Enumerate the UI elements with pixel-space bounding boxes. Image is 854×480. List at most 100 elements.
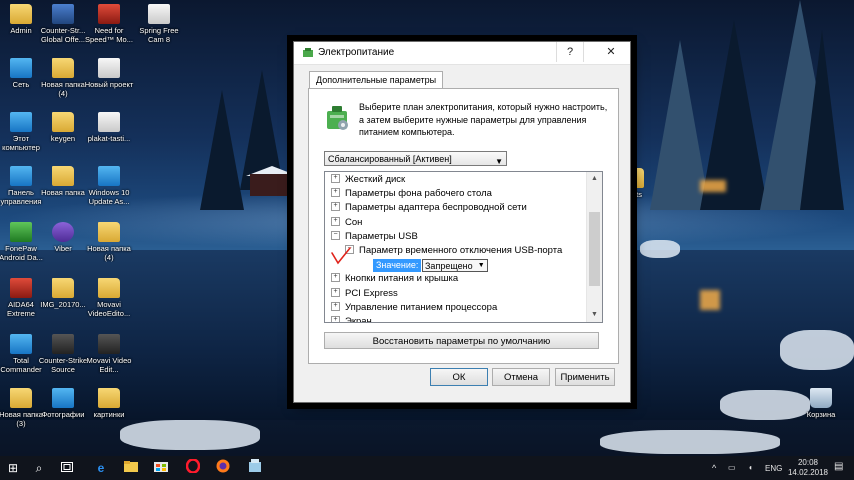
scroll-thumb[interactable] — [589, 212, 600, 286]
expand-icon[interactable]: + — [331, 315, 340, 322]
tree-item[interactable]: + Жесткий диск — [331, 173, 405, 187]
expand-icon[interactable]: + — [331, 202, 340, 212]
instruction-text: Выберите план электропитания, который ну… — [359, 102, 608, 137]
app-icon — [98, 334, 120, 354]
search-icon[interactable]: ⌕ — [30, 459, 48, 477]
red-checkmark-icon — [331, 247, 351, 265]
folder-icon — [10, 4, 32, 24]
desktop-icon[interactable]: Movavi Video Edit... — [82, 334, 136, 374]
app-icon — [10, 166, 32, 186]
tree-item[interactable]: + Параметры адаптера беспроводной сети — [331, 201, 527, 215]
desktop-icon-label: Counter-Strike Source — [38, 356, 88, 374]
desktop-icon-label: plakat-tasti... — [87, 134, 131, 143]
tab-advanced-settings[interactable]: Дополнительные параметры — [309, 71, 444, 89]
desktop-icon[interactable]: картинки — [82, 388, 136, 419]
app-icon — [52, 334, 74, 354]
desktop-icon-label: Новая папка (4) — [87, 244, 131, 262]
desktop-icon-label: Need for Speed™ Mo... — [85, 26, 133, 44]
tree-item-label: Параметры USB — [345, 230, 418, 242]
desktop-icon-label: Этот компьютер — [2, 134, 40, 152]
tree-item[interactable]: − Параметр временного отключения USB-порт… — [345, 244, 562, 258]
close-button[interactable]: ✕ — [594, 42, 628, 62]
task-view-icon[interactable] — [58, 459, 76, 477]
tree-item[interactable]: + Экран — [331, 315, 372, 322]
folder-icon — [52, 166, 74, 186]
clock-time[interactable]: 20:08 — [790, 458, 826, 468]
desktop-icon[interactable]: Need for Speed™ Mo... — [82, 4, 136, 44]
apply-button[interactable]: Применить — [555, 368, 615, 386]
file-explorer-icon[interactable] — [122, 459, 140, 477]
tree-item[interactable]: + Кнопки питания и крышка — [331, 272, 458, 286]
network-icon[interactable]: ▭ — [728, 463, 736, 473]
desktop-icon[interactable]: Movavi VideoEdito... — [82, 278, 136, 318]
desktop-icon-label: Movavi Video Edit... — [86, 356, 132, 374]
app-icon — [52, 222, 74, 242]
expand-icon[interactable]: + — [331, 173, 340, 183]
folder-icon — [10, 388, 32, 408]
folder-icon — [98, 278, 120, 298]
edge-icon[interactable]: e — [92, 459, 110, 477]
app-icon — [10, 334, 32, 354]
app-icon — [52, 4, 74, 24]
power-plan-dropdown[interactable]: Сбалансированный [Активен] ▼ — [324, 151, 507, 166]
opera-icon[interactable] — [184, 458, 202, 477]
tree-item[interactable]: + Управление питанием процессора — [331, 301, 497, 315]
tree-item[interactable]: + PCI Express — [331, 287, 398, 301]
expand-icon[interactable]: + — [331, 216, 340, 226]
ok-button[interactable]: ОК — [430, 368, 488, 386]
tree-scrollbar[interactable]: ▲ ▼ — [586, 172, 602, 322]
desktop-icon[interactable]: Windows 10 Update As... — [82, 166, 136, 206]
tree-item[interactable]: + Параметры фона рабочего стола — [331, 187, 492, 201]
tree-item-label: Параметр временного отключения USB-порта — [359, 245, 563, 256]
snowy-rock — [120, 420, 260, 450]
app-icon — [10, 58, 32, 78]
taskbar: ⊞ ⌕ e ^ ▭ ◖ ENG 20:08 14.02.2018 ▤ — [0, 456, 854, 480]
app-icon — [52, 388, 74, 408]
value-dropdown[interactable]: Запрещено ▼ — [422, 258, 488, 272]
snowy-rock — [640, 240, 680, 258]
desktop-icon[interactable]: Новая папка (4) — [82, 222, 136, 262]
expand-icon[interactable]: + — [331, 188, 340, 198]
clock-date[interactable]: 14.02.2018 — [786, 468, 830, 478]
language-indicator[interactable]: ENG — [765, 464, 782, 474]
expand-icon[interactable]: + — [331, 287, 340, 297]
desktop-icon[interactable]: plakat-tasti... — [82, 112, 136, 143]
desktop-icon-label: Counter-Str... Global Offe... — [40, 26, 86, 44]
power-app-taskbar-icon[interactable] — [246, 459, 264, 477]
lights-reflection — [700, 290, 720, 310]
tree — [800, 30, 844, 210]
scroll-down-arrow-icon[interactable]: ▼ — [587, 308, 602, 322]
scroll-up-arrow-icon[interactable]: ▲ — [587, 172, 602, 186]
tree-item-label: Параметры фона рабочего стола — [345, 188, 492, 200]
cancel-button[interactable]: Отмена — [492, 368, 550, 386]
tree-item[interactable]: − Параметры USB — [331, 230, 418, 244]
value-label: Значение: — [373, 258, 422, 272]
tree-item[interactable]: + Сон — [331, 216, 362, 230]
collapse-icon[interactable]: − — [331, 230, 340, 240]
desktop-icon[interactable]: Новый проект — [82, 58, 136, 89]
desktop-icon-label: Фотографии — [41, 410, 85, 419]
snowy-rock — [600, 430, 780, 454]
desktop-icon[interactable]: Корзина — [794, 388, 848, 419]
title-bar[interactable]: Электропитание ? ✕ — [294, 42, 630, 65]
folder-icon — [52, 58, 74, 78]
desktop-icon-label: Admin — [10, 26, 32, 35]
chevron-down-icon: ▼ — [477, 261, 485, 269]
desktop-icon-label: IMG_20170... — [40, 300, 86, 309]
store-icon[interactable] — [152, 459, 170, 477]
restore-defaults-button[interactable]: Восстановить параметры по умолчанию — [324, 332, 599, 349]
settings-tree[interactable]: + Экран + Управление питанием процессора + PC… — [324, 171, 603, 323]
desktop-icon[interactable]: Spring Free Cam 8 — [132, 4, 186, 44]
expand-icon[interactable]: + — [331, 273, 340, 283]
desktop-icon-label: Новая папка — [41, 188, 85, 197]
firefox-icon[interactable] — [214, 459, 232, 477]
notifications-icon[interactable]: ▤ — [834, 462, 843, 472]
folder-icon — [52, 278, 74, 298]
power-plan-icon — [303, 48, 313, 57]
windows-start-icon[interactable]: ⊞ — [4, 459, 22, 477]
volume-icon[interactable]: ◖ — [748, 463, 753, 473]
help-button[interactable]: ? — [556, 42, 584, 62]
app-icon — [10, 112, 32, 132]
expand-icon[interactable]: + — [331, 301, 340, 311]
tray-chevron-icon[interactable]: ^ — [712, 463, 716, 473]
